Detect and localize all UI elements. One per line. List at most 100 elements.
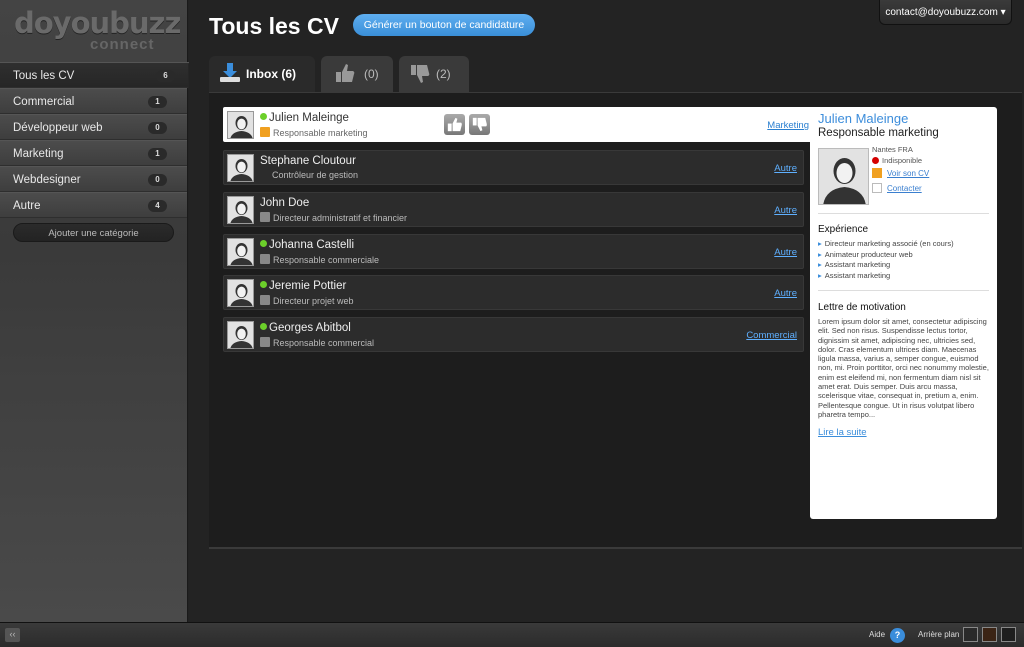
sidebar-item-3[interactable]: Marketing 1 xyxy=(0,140,187,166)
candidate-name-wrap: Jeremie Pottier xyxy=(260,280,346,292)
candidate-job-wrap: Responsable commerciale xyxy=(260,254,379,265)
sidebar: doyoubuzz connect Tous les CV 6 Commercial… xyxy=(0,0,196,622)
divider xyxy=(818,213,989,214)
candidate-name-wrap: Julien Maleinge xyxy=(260,112,349,124)
help-icon[interactable]: ? xyxy=(890,628,905,643)
user-menu[interactable]: contact@doyoubuzz.com ▾ xyxy=(879,0,1012,25)
sidebar-item-5[interactable]: Autre 4 xyxy=(0,192,187,218)
candidate-name: Jeremie Pottier xyxy=(269,280,347,292)
sidebar-item-label: Autre xyxy=(13,200,41,212)
avatar-icon xyxy=(228,280,253,306)
candidate-job: Responsable commerciale xyxy=(273,255,380,265)
category-tag-link[interactable]: Autre xyxy=(774,288,797,299)
sidebar-item-4[interactable]: Webdesigner 0 xyxy=(0,166,187,192)
candidate-job-wrap: Directeur projet web xyxy=(260,295,354,306)
category-tag-link[interactable]: Autre xyxy=(774,205,797,216)
count-badge: 4 xyxy=(148,200,167,212)
thumbs-up-button[interactable] xyxy=(444,114,465,135)
detail-job: Responsable marketing xyxy=(818,127,939,139)
footer-bar: ‹‹ Aide ? Arrière plan xyxy=(0,622,1024,647)
background-swatch[interactable] xyxy=(982,627,997,642)
divider xyxy=(818,290,989,291)
tab-disliked[interactable]: (2) xyxy=(399,56,469,92)
candidate-job: Directeur administratif et financier xyxy=(273,213,408,223)
count-badge: 6 xyxy=(156,70,175,82)
avatar-icon xyxy=(819,149,868,204)
background-swatch[interactable] xyxy=(1001,627,1016,642)
candidate-name-wrap: Georges Abitbol xyxy=(260,322,351,334)
detail-location: Nantes FRA xyxy=(872,145,913,154)
candidate-row[interactable]: Jeremie Pottier Directeur projet web Autre xyxy=(223,275,804,310)
download-icon xyxy=(220,63,240,82)
category-tag-link[interactable]: Autre xyxy=(774,247,797,258)
avatar-icon xyxy=(228,197,253,223)
candidate-row[interactable]: Johanna Castelli Responsable commerciale A… xyxy=(223,234,804,269)
sidebar-item-label: Tous les CV xyxy=(13,70,75,82)
candidate-job: Responsable marketing xyxy=(273,128,368,138)
tab-liked[interactable]: (0) xyxy=(321,56,393,92)
avatar-icon xyxy=(228,322,253,348)
collapse-sidebar-button[interactable]: ‹‹ xyxy=(5,628,20,642)
tab-inbox-label: Inbox (6) xyxy=(246,67,296,81)
tab-disliked-label: (2) xyxy=(436,67,451,81)
logo-text: doyoubuzz xyxy=(14,6,181,40)
view-cv-link[interactable]: Voir son CV xyxy=(872,168,929,178)
cv-icon xyxy=(260,295,270,305)
count-badge: 0 xyxy=(148,122,167,134)
availability-label: Indisponible xyxy=(882,156,923,165)
main-area: Tous les CV Générer un bouton de candida… xyxy=(189,0,1024,622)
contact-label: Contacter xyxy=(887,184,922,193)
page-title: Tous les CV xyxy=(209,13,339,39)
avatar xyxy=(227,196,254,224)
background-label: Arrière plan xyxy=(918,630,960,639)
generate-apply-button[interactable]: Générer un bouton de candidature xyxy=(353,14,535,36)
tab-liked-label: (0) xyxy=(364,67,379,81)
sidebar-item-0[interactable]: Tous les CV 6 xyxy=(0,62,196,89)
category-tag-link[interactable]: Marketing xyxy=(767,120,809,131)
candidate-detail: Julien Maleinge Responsable marketing Na… xyxy=(810,107,997,519)
candidate-name-wrap: Stephane Cloutour xyxy=(260,155,356,167)
sidebar-item-1[interactable]: Commercial 1 xyxy=(0,88,187,114)
candidate-row[interactable]: Georges Abitbol Responsable commercial Com… xyxy=(223,317,804,352)
cv-icon xyxy=(872,168,882,178)
avatar xyxy=(227,111,254,139)
detail-availability: Indisponible xyxy=(872,156,922,165)
online-status-icon xyxy=(260,281,267,288)
background-swatch[interactable] xyxy=(963,627,978,642)
experience-list: Directeur marketing associé (en cours)An… xyxy=(818,239,954,281)
detail-photo xyxy=(818,148,869,205)
thumbs-up-icon xyxy=(447,117,462,132)
candidate-job-wrap: Directeur administratif et financier xyxy=(260,212,407,223)
add-category-button[interactable]: Ajouter une catégorie xyxy=(13,223,174,242)
read-more-link[interactable]: Lire la suite xyxy=(818,427,867,438)
category-tag-link[interactable]: Commercial xyxy=(746,330,797,341)
thumbs-down-button[interactable] xyxy=(469,114,490,135)
avatar xyxy=(227,238,254,266)
cv-icon xyxy=(260,254,270,264)
avatar xyxy=(227,279,254,307)
contact-link[interactable]: Contacter xyxy=(872,183,922,193)
detail-name: Julien Maleinge xyxy=(818,111,909,126)
experience-item: Directeur marketing associé (en cours) xyxy=(818,239,954,250)
experience-item: Assistant marketing xyxy=(818,260,954,271)
cv-icon xyxy=(260,337,270,347)
tab-inbox[interactable]: Inbox (6) xyxy=(209,56,315,92)
avatar-icon xyxy=(228,155,253,181)
online-status-icon xyxy=(260,113,267,120)
candidate-job-wrap: Responsable commercial xyxy=(260,337,374,348)
cv-icon xyxy=(260,212,270,222)
experience-heading: Expérience xyxy=(818,224,869,235)
candidate-row[interactable]: Julien Maleinge Responsable marketing Mark… xyxy=(223,107,816,142)
candidate-name: Johanna Castelli xyxy=(269,239,355,251)
sidebar-item-label: Marketing xyxy=(13,148,64,160)
sidebar-item-2[interactable]: Développeur web 0 xyxy=(0,114,187,140)
candidate-row[interactable]: Stephane Cloutour Contrôleur de gestion Au… xyxy=(223,150,804,185)
sidebar-item-label: Commercial xyxy=(13,96,75,108)
count-badge: 1 xyxy=(148,96,167,108)
envelope-icon xyxy=(872,183,882,193)
cv-icon xyxy=(260,127,270,137)
help-label: Aide xyxy=(869,630,886,639)
candidate-row[interactable]: John Doe Directeur administratif et finan… xyxy=(223,192,804,227)
category-tag-link[interactable]: Autre xyxy=(774,163,797,174)
avatar-icon xyxy=(228,112,253,138)
